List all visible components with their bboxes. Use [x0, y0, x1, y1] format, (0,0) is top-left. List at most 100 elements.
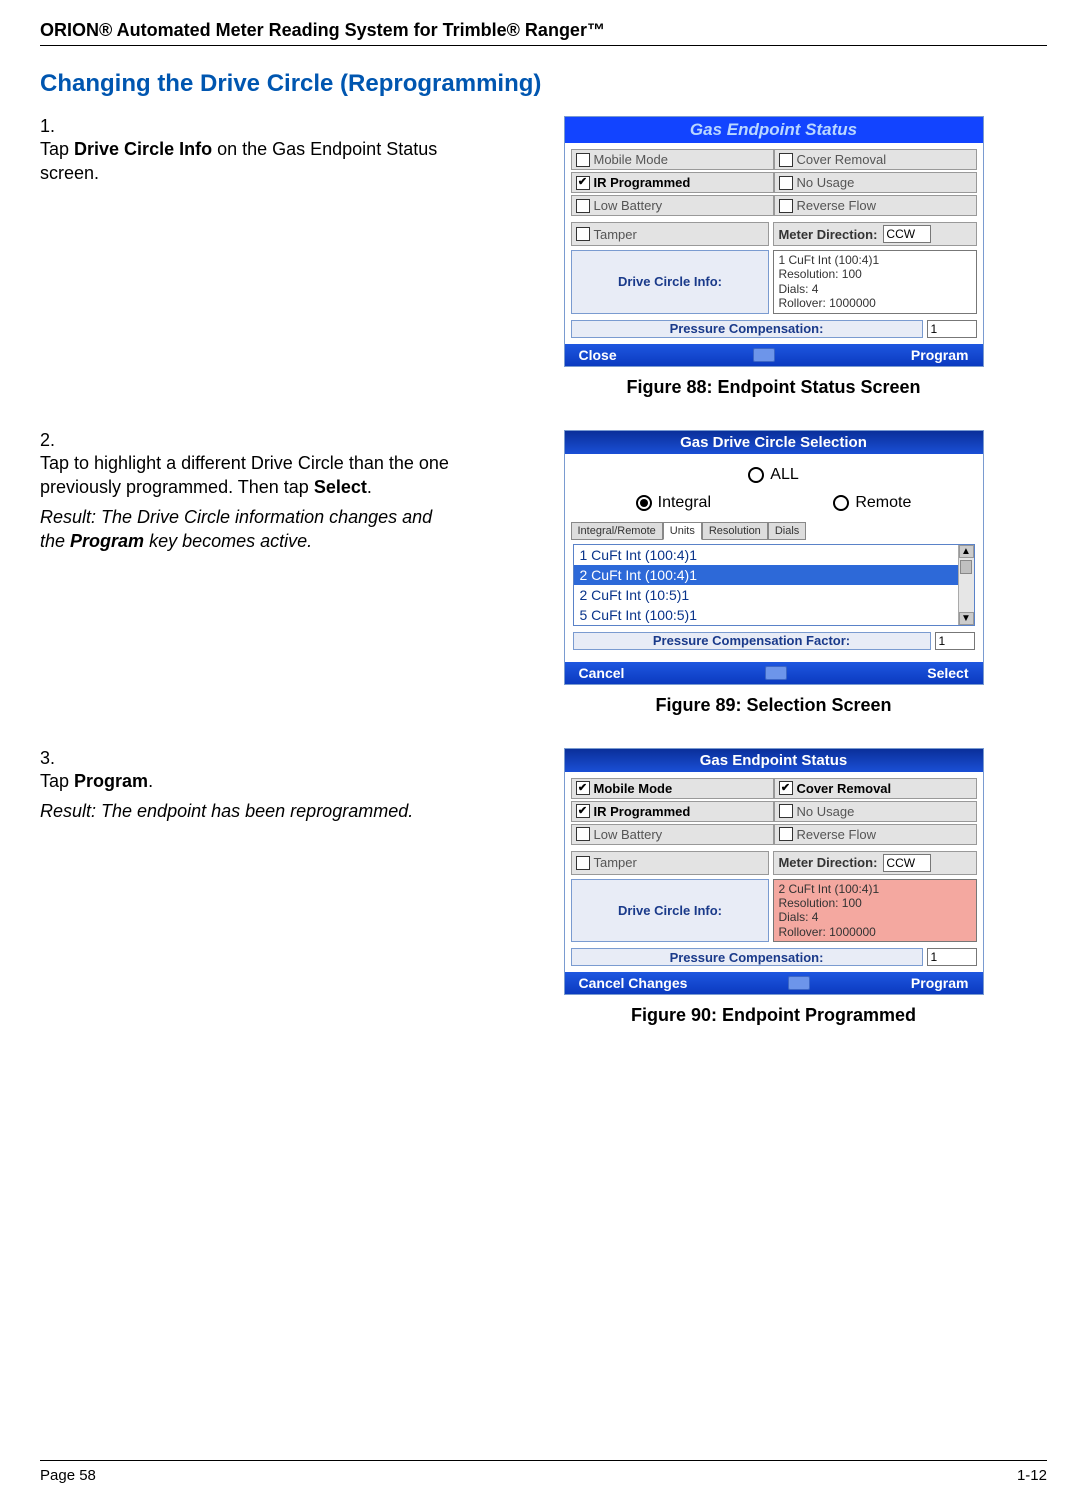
check-label: Mobile Mode	[594, 152, 668, 167]
list-item[interactable]: 2 CuFt Int (10:5)1	[574, 585, 974, 605]
check-label: Low Battery	[594, 827, 663, 842]
check-label: IR Programmed	[594, 175, 691, 190]
check-mobile-mode[interactable]: Mobile Mode	[571, 149, 774, 170]
check-tamper[interactable]: Tamper	[571, 222, 770, 246]
scroll-down-icon[interactable]: ▼	[959, 612, 974, 625]
step-2-line1b: Select	[314, 477, 367, 497]
scroll-thumb[interactable]	[960, 560, 972, 574]
check-low-battery[interactable]: Low Battery	[571, 824, 774, 845]
keyboard-icon[interactable]	[765, 666, 787, 680]
check-ir-programmed[interactable]: ✔IR Programmed	[571, 172, 774, 193]
radio-icon	[833, 495, 849, 511]
list-item-selected[interactable]: 2 CuFt Int (100:4)1	[574, 565, 974, 585]
fig89-titlebar: Gas Drive Circle Selection	[565, 431, 983, 454]
program-button[interactable]: Program	[911, 347, 969, 363]
check-label: Tamper	[594, 855, 637, 870]
figure-88: Gas Endpoint Status Mobile Mode Cover Re…	[500, 116, 1047, 398]
check-reverse-flow[interactable]: Reverse Flow	[774, 195, 977, 216]
figure-90-caption: Figure 90: Endpoint Programmed	[500, 1005, 1047, 1026]
pressure-comp-input[interactable]	[927, 320, 977, 338]
check-label: No Usage	[797, 175, 855, 190]
check-cover-removal[interactable]: Cover Removal	[774, 149, 977, 170]
check-no-usage[interactable]: No Usage	[774, 172, 977, 193]
list-item[interactable]: 1 CuFt Int (100:4)1	[574, 545, 974, 565]
step-2-result-b: Program	[70, 531, 144, 551]
tab-dials[interactable]: Dials	[768, 522, 806, 540]
drive-circle-list[interactable]: 1 CuFt Int (100:4)1 2 CuFt Int (100:4)1 …	[573, 544, 975, 626]
pressure-comp-input[interactable]	[927, 948, 977, 966]
step-2-line1c: .	[367, 477, 372, 497]
step-3: 3. Tap Program. Result: The endpoint has…	[40, 748, 1047, 1027]
radio-row-2: Integral Remote	[571, 494, 977, 522]
step-1-text: 1. Tap Drive Circle Info on the Gas Endp…	[40, 116, 500, 398]
step-2-result: Result: The Drive Circle information cha…	[40, 505, 450, 554]
check-mobile-mode[interactable]: ✔Mobile Mode	[571, 778, 774, 799]
drive-circle-info-row: Drive Circle Info: 2 CuFt Int (100:4)1 R…	[571, 879, 977, 943]
drive-circle-info-button[interactable]: Drive Circle Info:	[571, 879, 770, 943]
checkbox-icon	[576, 199, 590, 213]
checkbox-icon: ✔	[576, 804, 590, 818]
fig89-content: ALL Integral Remote Integral/Remote Unit…	[565, 454, 983, 662]
step-2-line1a: Tap to highlight a different Drive Circl…	[40, 453, 449, 497]
radio-label: Remote	[855, 494, 911, 512]
radio-remote[interactable]: Remote	[833, 494, 911, 512]
pcf-row: Pressure Compensation Factor:	[573, 632, 975, 650]
tab-units[interactable]: Units	[663, 522, 702, 540]
keyboard-icon[interactable]	[788, 976, 810, 990]
keyboard-icon[interactable]	[753, 348, 775, 362]
meter-direction-input[interactable]	[883, 225, 931, 243]
radio-row: ALL	[571, 460, 977, 494]
fig89-bottombar: Cancel Select	[565, 662, 983, 684]
figure-88-caption: Figure 88: Endpoint Status Screen	[500, 377, 1047, 398]
close-button[interactable]: Close	[579, 347, 617, 363]
step-2-result-c: key becomes active.	[144, 531, 312, 551]
fig90-tamper-row: Tamper Meter Direction:	[571, 851, 977, 875]
checkbox-icon	[779, 804, 793, 818]
program-button[interactable]: Program	[911, 975, 969, 991]
fig90-status-grid: ✔Mobile Mode ✔Cover Removal ✔ IR Programm…	[571, 778, 977, 845]
check-label: Mobile Mode	[594, 781, 673, 796]
check-low-battery[interactable]: Low Battery	[571, 195, 774, 216]
check-ir-programmed[interactable]: ✔ IR Programmed	[571, 801, 774, 822]
tab-integral-remote[interactable]: Integral/Remote	[571, 522, 663, 540]
figure-90: Gas Endpoint Status ✔Mobile Mode ✔Cover …	[500, 748, 1047, 1027]
cancel-button[interactable]: Cancel	[579, 665, 625, 681]
section-title: Changing the Drive Circle (Reprogramming…	[40, 70, 1047, 98]
fig88-content: Mobile Mode Cover Removal ✔IR Programmed…	[565, 143, 983, 344]
dci-line3: Dials: 4	[778, 910, 971, 924]
step-3-result: Result: The endpoint has been reprogramm…	[40, 799, 450, 823]
meter-direction-input[interactable]	[883, 854, 931, 872]
checkbox-icon	[576, 227, 590, 241]
figure-89-caption: Figure 89: Selection Screen	[500, 695, 1047, 716]
cancel-changes-button[interactable]: Cancel Changes	[579, 975, 688, 991]
check-cover-removal[interactable]: ✔Cover Removal	[774, 778, 977, 799]
scroll-up-icon[interactable]: ▲	[959, 545, 974, 558]
step-3-text: 3. Tap Program. Result: The endpoint has…	[40, 748, 500, 1027]
check-reverse-flow[interactable]: Reverse Flow	[774, 824, 977, 845]
pressure-comp-label: Pressure Compensation:	[571, 320, 923, 338]
radio-all[interactable]: ALL	[748, 466, 798, 484]
doc-header: ORION® Automated Meter Reading System fo…	[40, 20, 1047, 46]
check-label: Low Battery	[594, 198, 663, 213]
fig90-title: Gas Endpoint Status	[700, 752, 848, 769]
fig88-status-grid: Mobile Mode Cover Removal ✔IR Programmed…	[571, 149, 977, 216]
pcf-input[interactable]	[935, 632, 975, 650]
radio-integral[interactable]: Integral	[636, 494, 711, 512]
scrollbar[interactable]: ▲ ▼	[958, 545, 974, 625]
step-1-number: 1.	[40, 116, 68, 137]
list-item[interactable]: 5 CuFt Int (100:5)1	[574, 605, 974, 625]
fig90-titlebar: Gas Endpoint Status	[565, 749, 983, 772]
step-3-body: Tap Program. Result: The endpoint has be…	[40, 769, 450, 824]
select-button[interactable]: Select	[927, 665, 968, 681]
check-no-usage[interactable]: No Usage	[774, 801, 977, 822]
fig88-title: Gas Endpoint Status	[690, 120, 857, 139]
radio-label: ALL	[770, 466, 798, 484]
tab-resolution[interactable]: Resolution	[702, 522, 768, 540]
drive-circle-info-button[interactable]: Drive Circle Info:	[571, 250, 770, 314]
pcf-label: Pressure Compensation Factor:	[573, 632, 931, 650]
fig88-tamper-row: Tamper Meter Direction:	[571, 222, 977, 246]
check-tamper[interactable]: Tamper	[571, 851, 770, 875]
fig88-titlebar: Gas Endpoint Status	[565, 117, 983, 143]
dci-line3: Dials: 4	[778, 282, 971, 296]
check-label: IR Programmed	[594, 804, 691, 819]
